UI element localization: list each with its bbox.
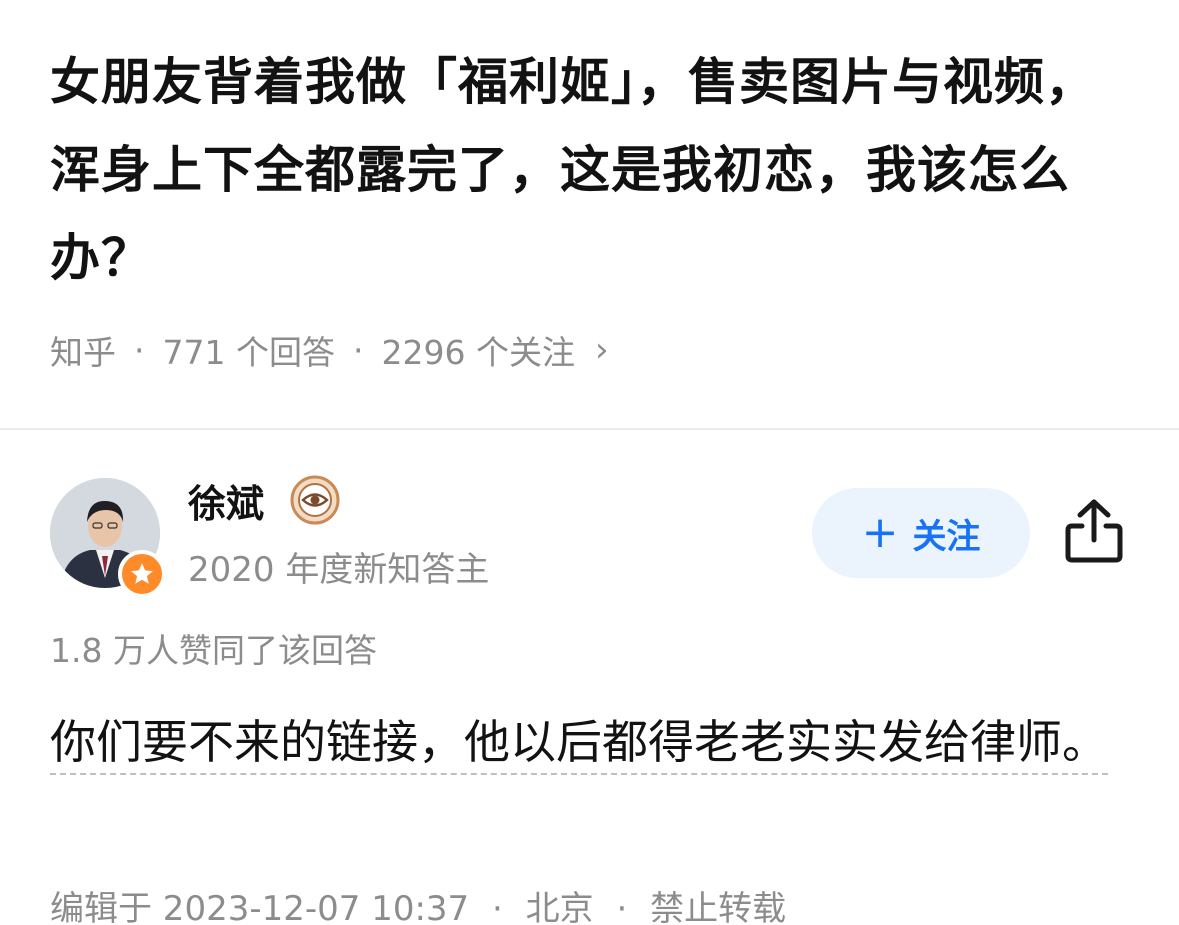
followers-count: 2296 个关注 xyxy=(381,333,575,372)
copyright-label: 禁止转载 xyxy=(650,889,787,925)
chevron-right-icon: › xyxy=(594,330,609,370)
divider xyxy=(0,428,1179,430)
vote-count: 1.8 万人赞同了该回答 xyxy=(50,631,377,670)
answer-footer-meta: 编辑于 2023-12-07 10:37 · 北京 · 禁止转载 xyxy=(50,884,786,925)
edit-timestamp: 编辑于 2023-12-07 10:37 xyxy=(50,889,470,925)
question-title[interactable]: 女朋友背着我做「福利姬」，售卖图片与视频，浑身上下全都露完了，这是我初恋，我该怎… xyxy=(50,38,1130,302)
separator-dot: · xyxy=(616,889,628,925)
separator-dot: · xyxy=(492,889,503,925)
author-subtitle: 2020 年度新知答主 xyxy=(188,550,490,590)
follow-button[interactable]: + 关注 xyxy=(812,488,1030,578)
follow-label: 关注 xyxy=(912,516,981,557)
answer-text[interactable]: 你们要不来的链接，他以后都得老老实实发给律师。 xyxy=(50,715,1108,775)
answer-body[interactable]: 你们要不来的链接，他以后都得老老实实发给律师。 xyxy=(50,702,1140,782)
location-label: 北京 xyxy=(525,889,594,925)
eye-badge-icon xyxy=(290,475,340,525)
plus-icon: + xyxy=(861,507,899,558)
separator-dot: · xyxy=(134,330,145,370)
star-icon xyxy=(118,550,166,598)
separator-dot: · xyxy=(352,330,364,370)
author-name[interactable]: 徐斌 xyxy=(188,476,264,532)
zhihu-answer-page: 女朋友背着我做「福利姬」，售卖图片与视频，浑身上下全都露完了，这是我初恋，我该怎… xyxy=(0,0,1179,925)
question-meta[interactable]: 知乎 · 771 个回答 · 2296 个关注 › xyxy=(50,322,609,378)
share-icon[interactable] xyxy=(1062,496,1126,566)
source-label: 知乎 xyxy=(50,333,116,372)
answers-count: 771 个回答 xyxy=(162,333,335,372)
